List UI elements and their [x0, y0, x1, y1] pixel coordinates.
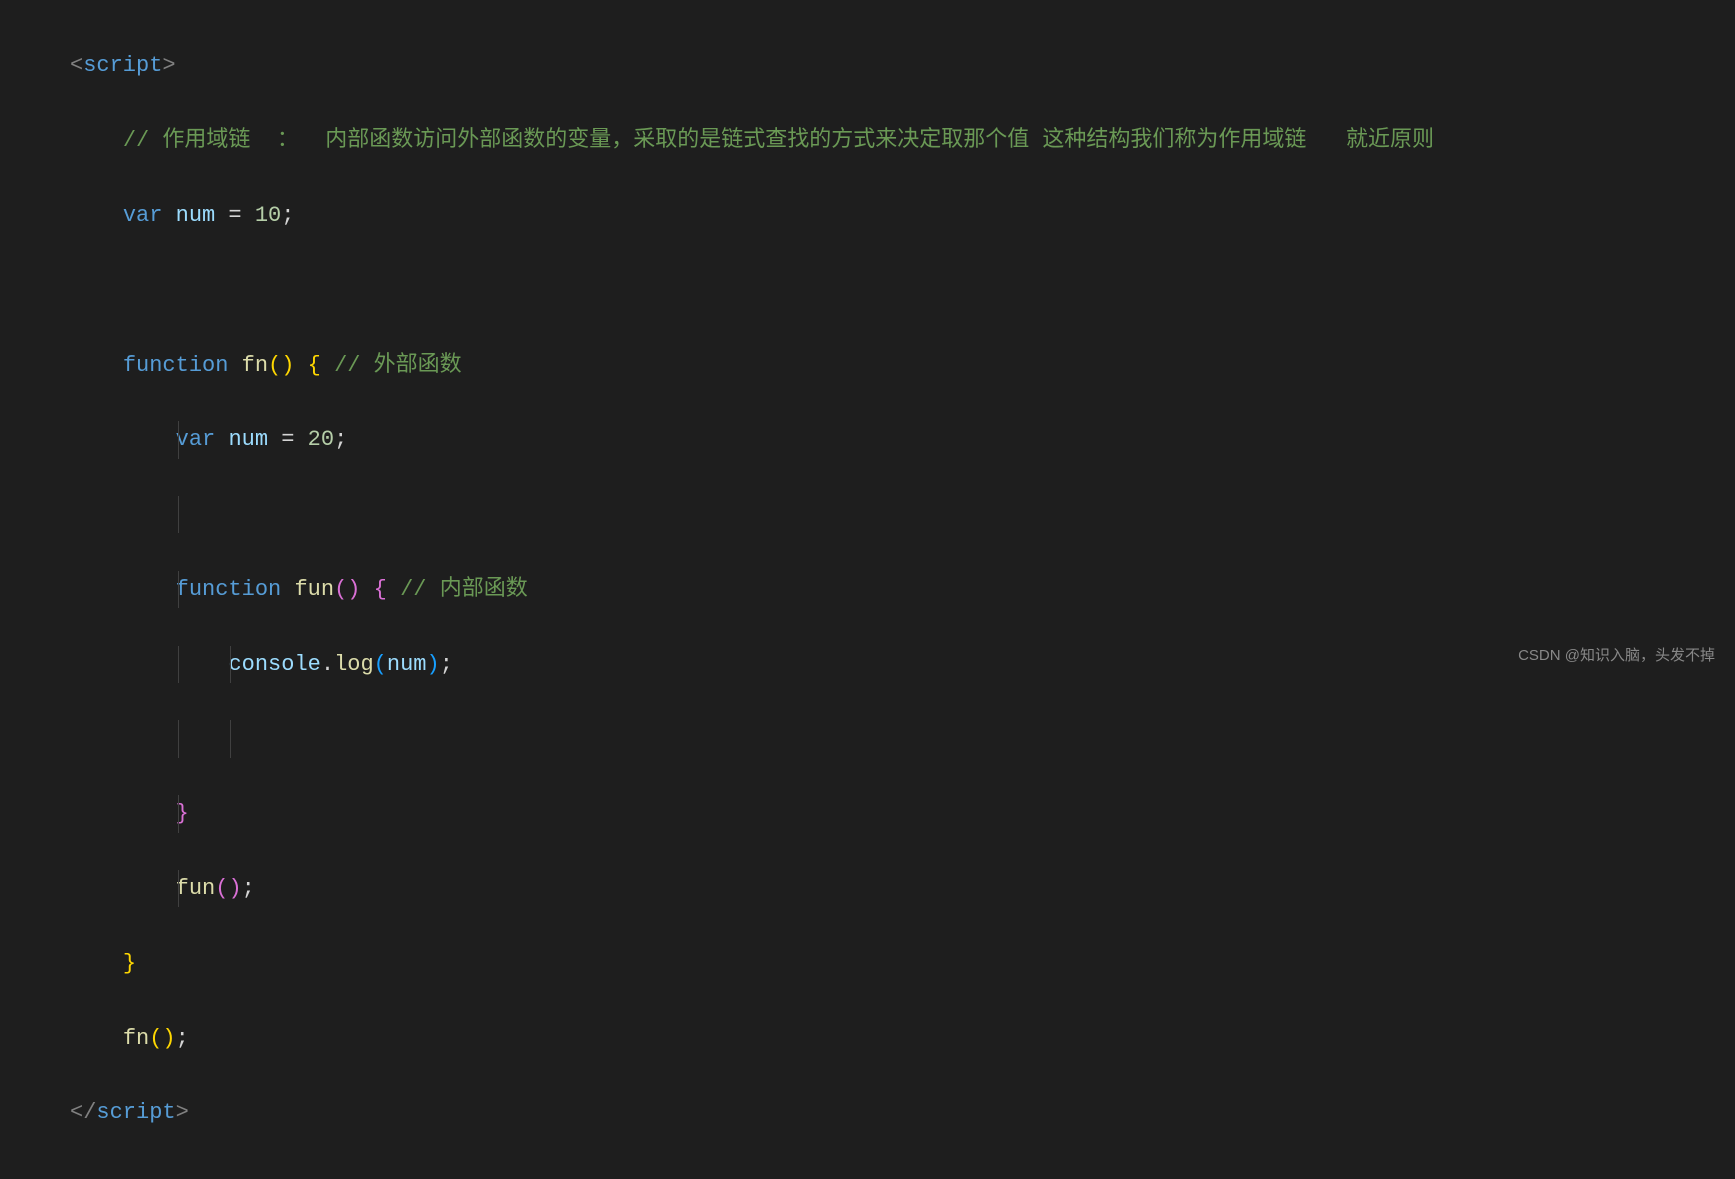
comment: // 作用域链 ： 内部函数访问外部函数的变量，采取的是链式查找的方式来决定取那… — [123, 128, 1434, 153]
code-line-empty — [70, 272, 1715, 309]
argument: num — [387, 652, 427, 677]
code-line: } — [70, 795, 1715, 832]
function-call: fun — [176, 876, 216, 901]
code-line: fn(); — [70, 1020, 1715, 1057]
code-editor[interactable]: <script> // 作用域链 ： 内部函数访问外部函数的变量，采取的是链式查… — [0, 0, 1735, 1179]
semicolon: ; — [440, 652, 453, 677]
code-line-empty — [70, 720, 1715, 757]
operator: = — [215, 203, 255, 228]
console-object: console — [228, 652, 320, 677]
keyword-function: function — [123, 353, 229, 378]
keyword-var: var — [123, 203, 163, 228]
code-line: } — [70, 945, 1715, 982]
tag-name: script — [83, 53, 162, 78]
paren-close: ) — [228, 876, 241, 901]
code-line: var num = 10; — [70, 197, 1715, 234]
code-line: <script> — [70, 47, 1715, 84]
function-name: fn — [242, 353, 268, 378]
keyword-var: var — [176, 427, 216, 452]
tag-name: script — [96, 1100, 175, 1125]
paren-close: ) — [281, 353, 294, 378]
watermark-text: CSDN @知识入脑，头发不掉 — [1518, 643, 1715, 669]
comment: // 内部函数 — [400, 577, 528, 602]
dot: . — [321, 652, 334, 677]
paren-open: ( — [374, 652, 387, 677]
tag-bracket: > — [176, 1100, 189, 1125]
semicolon: ; — [242, 876, 255, 901]
paren-open: ( — [334, 577, 347, 602]
method-name: log — [334, 652, 374, 677]
brace-open: { — [308, 353, 321, 378]
variable-name: num — [228, 427, 268, 452]
paren-open: ( — [215, 876, 228, 901]
semicolon: ; — [176, 1026, 189, 1051]
variable-name: num — [176, 203, 216, 228]
keyword-function: function — [176, 577, 282, 602]
paren-close: ) — [426, 652, 439, 677]
code-line: var num = 20; — [70, 421, 1715, 458]
function-name: fun — [294, 577, 334, 602]
brace-close: } — [123, 951, 136, 976]
number-literal: 20 — [308, 427, 334, 452]
code-line-empty — [70, 496, 1715, 533]
number-literal: 10 — [255, 203, 281, 228]
code-line: function fun() { // 内部函数 — [70, 571, 1715, 608]
code-line: // 作用域链 ： 内部函数访问外部函数的变量，采取的是链式查找的方式来决定取那… — [70, 122, 1715, 159]
tag-bracket: </ — [70, 1100, 96, 1125]
paren-close: ) — [347, 577, 360, 602]
tag-bracket: < — [70, 53, 83, 78]
semicolon: ; — [334, 427, 347, 452]
code-line: console.log(num); — [70, 646, 1715, 683]
function-call: fn — [123, 1026, 149, 1051]
comment: // 外部函数 — [334, 353, 462, 378]
semicolon: ; — [281, 203, 294, 228]
operator: = — [268, 427, 308, 452]
code-line: </script> — [70, 1094, 1715, 1131]
paren-open: ( — [268, 353, 281, 378]
code-line: function fn() { // 外部函数 — [70, 347, 1715, 384]
code-line: fun(); — [70, 870, 1715, 907]
paren-open: ( — [149, 1026, 162, 1051]
brace-open: { — [374, 577, 387, 602]
tag-bracket: > — [162, 53, 175, 78]
paren-close: ) — [162, 1026, 175, 1051]
